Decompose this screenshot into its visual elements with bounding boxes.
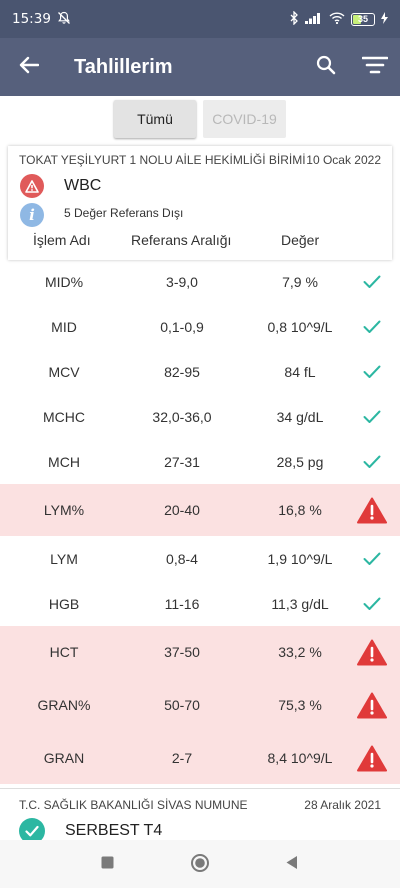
status-bar: 15:39 35 xyxy=(0,0,400,38)
battery-level: 35 xyxy=(357,14,368,24)
app-bar: Tahlillerim xyxy=(0,38,400,96)
alert-icon xyxy=(20,174,44,198)
row-test-name: MID xyxy=(51,318,77,335)
row-value: 1,9 10^9/L xyxy=(267,550,333,567)
circle-icon xyxy=(190,853,210,878)
row-test-name: GRAN xyxy=(43,750,85,766)
triangle-back-icon xyxy=(285,855,298,875)
checkmark-icon xyxy=(352,349,392,394)
row-value: 11,3 g/dL xyxy=(271,595,329,612)
filter-tabs: Tümü COVID-19 xyxy=(0,100,400,138)
report-card[interactable]: TOKAT YEŞİLYURT 1 NOLU AİLE HEKİMLİĞİ Bİ… xyxy=(8,146,392,260)
square-icon xyxy=(101,856,114,874)
row-value: 28,5 pg xyxy=(276,453,324,470)
home-button[interactable] xyxy=(187,852,213,878)
row-test-name: GRAN% xyxy=(37,697,91,713)
table-row: GRAN 2-7 8,4 10^9/L xyxy=(0,732,400,784)
row-value: 0,8 10^9/L xyxy=(267,318,333,335)
table-row: HCT 37-50 33,2 % xyxy=(0,626,400,678)
tab-all[interactable]: Tümü xyxy=(114,100,196,138)
row-reference-range: 27-31 xyxy=(164,453,200,470)
row-value: 75,3 % xyxy=(278,697,322,713)
info-icon: i xyxy=(20,203,44,227)
institution-name: TOKAT YEŞİLYURT 1 NOLU AİLE HEKİMLİĞİ Bİ… xyxy=(19,153,306,167)
report-date-2: 28 Aralık 2021 xyxy=(304,798,381,812)
report-date: 10 Ocak 2022 xyxy=(306,153,381,167)
checkmark-icon xyxy=(352,439,392,484)
row-test-name: LYM% xyxy=(43,502,85,518)
warning-triangle-icon xyxy=(352,484,392,536)
search-icon xyxy=(316,55,336,80)
bluetooth-icon xyxy=(289,9,299,28)
status-time: 15:39 xyxy=(12,11,51,27)
warning-triangle-icon xyxy=(352,678,392,732)
column-header-value: Değer xyxy=(281,232,320,248)
warning-triangle-icon xyxy=(352,626,392,678)
row-reference-range: 50-70 xyxy=(164,697,200,713)
row-test-name: MCHC xyxy=(43,408,85,425)
row-test-name: MCV xyxy=(48,363,80,380)
system-nav-bar xyxy=(0,840,400,888)
table-row: LYM 0,8-4 1,9 10^9/L xyxy=(0,536,400,581)
institution-name-2: T.C. SAĞLIK BAKANLIĞI SİVAS NUMUNE xyxy=(19,798,248,812)
table-row: MID% 3-9,0 7,9 % xyxy=(0,260,400,304)
row-reference-range: 3-9,0 xyxy=(166,274,198,290)
filter-button[interactable] xyxy=(355,48,395,86)
table-row: MCHC 32,0-36,0 34 g/dL xyxy=(0,394,400,439)
signal-icon xyxy=(305,12,323,27)
row-reference-range: 82-95 xyxy=(164,363,200,380)
out-of-range-summary: 5 Değer Referans Dışı xyxy=(64,206,184,220)
battery-icon: 35 xyxy=(351,12,375,26)
row-test-name: LYM xyxy=(50,550,78,567)
table-row: GRAN% 50-70 75,3 % xyxy=(0,678,400,732)
row-test-name: MCH xyxy=(48,453,80,470)
checkmark-icon xyxy=(352,581,392,626)
row-value: 33,2 % xyxy=(278,644,322,660)
page-title: Tahlillerim xyxy=(74,55,173,78)
report-header: TOKAT YEŞİLYURT 1 NOLU AİLE HEKİMLİĞİ Bİ… xyxy=(19,153,381,167)
row-reference-range: 0,1-0,9 xyxy=(160,318,204,335)
row-value: 16,8 % xyxy=(278,502,322,518)
row-reference-range: 37-50 xyxy=(164,644,200,660)
table-row: MCH 27-31 28,5 pg xyxy=(0,439,400,484)
table-row: LYM% 20-40 16,8 % xyxy=(0,484,400,536)
test-name-2: SERBEST T4 xyxy=(65,822,163,839)
filter-icon xyxy=(361,56,389,79)
report-card-2[interactable]: T.C. SAĞLIK BAKANLIĞI SİVAS NUMUNE 28 Ar… xyxy=(0,788,400,844)
report-header-2: T.C. SAĞLIK BAKANLIĞI SİVAS NUMUNE 28 Ar… xyxy=(19,798,381,812)
checkmark-icon xyxy=(352,304,392,349)
row-test-name: MID% xyxy=(44,274,84,290)
arrow-left-icon xyxy=(19,56,40,79)
row-test-name: HCT xyxy=(49,644,79,660)
recents-button[interactable] xyxy=(94,852,120,878)
test-name: WBC xyxy=(64,177,102,194)
row-test-name: HGB xyxy=(48,595,80,612)
column-header-reference: Referans Aralığı xyxy=(131,232,232,248)
row-reference-range: 2-7 xyxy=(171,750,193,766)
back-button[interactable] xyxy=(0,38,58,96)
checkmark-icon xyxy=(352,536,392,581)
table-row: MCV 82-95 84 fL xyxy=(0,349,400,394)
back-nav-button[interactable] xyxy=(278,852,304,878)
row-reference-range: 20-40 xyxy=(164,502,200,518)
table-row: MID 0,1-0,9 0,8 10^9/L xyxy=(0,304,400,349)
row-reference-range: 11-16 xyxy=(164,595,200,612)
search-button[interactable] xyxy=(306,48,346,86)
row-reference-range: 32,0-36,0 xyxy=(152,408,212,425)
bell-off-icon xyxy=(57,11,71,28)
wifi-icon xyxy=(329,11,345,27)
row-value: 7,9 % xyxy=(282,274,318,290)
warning-triangle-icon xyxy=(352,732,392,784)
row-value: 34 g/dL xyxy=(276,408,324,425)
row-reference-range: 0,8-4 xyxy=(166,550,198,567)
charging-icon xyxy=(381,11,388,27)
tab-covid-19[interactable]: COVID-19 xyxy=(203,100,286,138)
row-value: 84 fL xyxy=(284,363,316,380)
checkmark-icon xyxy=(352,394,392,439)
column-header-name: İşlem Adı xyxy=(33,232,91,248)
checkmark-icon xyxy=(352,260,392,304)
table-row: HGB 11-16 11,3 g/dL xyxy=(0,581,400,626)
row-value: 8,4 10^9/L xyxy=(267,750,333,766)
